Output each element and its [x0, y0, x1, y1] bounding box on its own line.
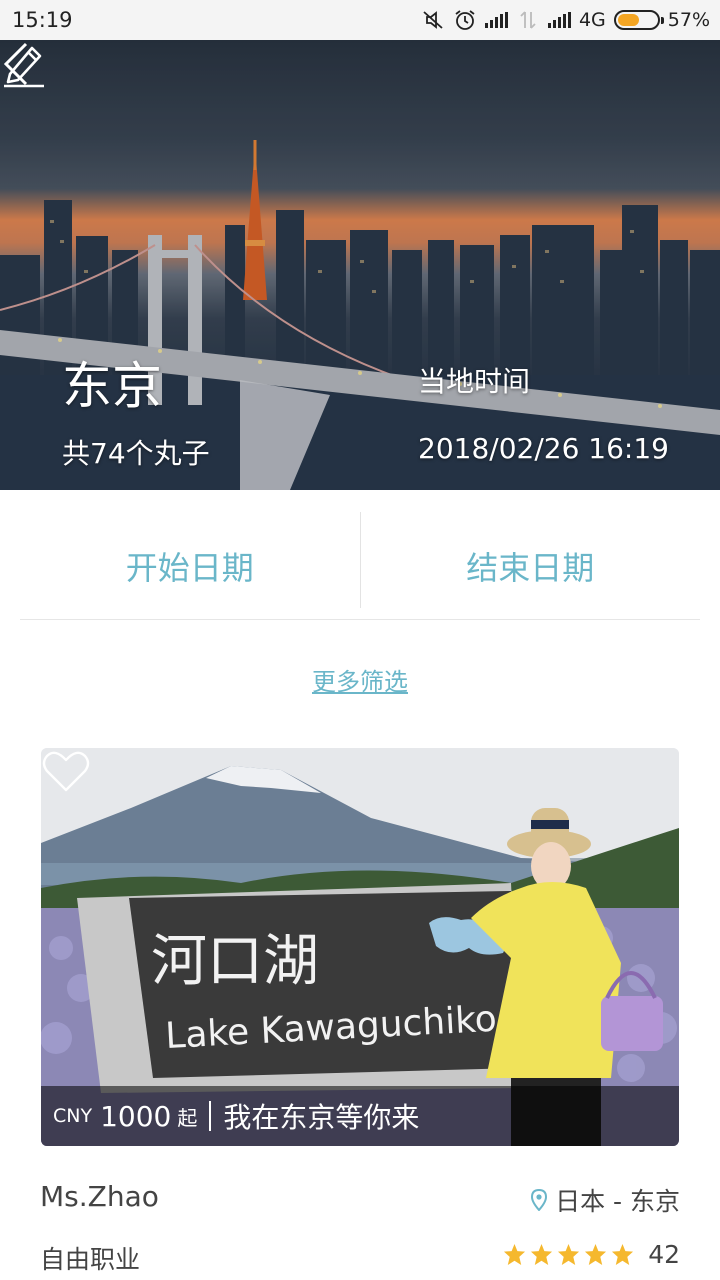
local-time-value: 2018/02/26 16:19: [418, 432, 669, 465]
date-filter-row: 开始日期 结束日期: [20, 512, 700, 620]
signal-icon-2: [547, 12, 571, 28]
star-icon: [504, 1243, 526, 1266]
status-bar: 15:19 4G 57%: [0, 0, 720, 40]
more-filter-container: 更多筛选: [0, 662, 720, 697]
mute-icon: [423, 11, 443, 29]
location-text: 日本 - 东京: [555, 1187, 680, 1216]
listing-card[interactable]: 河口湖 Lake Kawaguchiko CNY 1000 起 我在东京等你来: [41, 748, 679, 1146]
listing-title: 我在东京等你来: [223, 1101, 420, 1134]
heart-outline-icon[interactable]: [41, 748, 91, 794]
more-filter-link[interactable]: 更多筛选: [312, 668, 408, 696]
local-time-label: 当地时间: [418, 365, 531, 398]
pencil-edit-icon[interactable]: [0, 40, 48, 88]
battery-percent: 57%: [667, 9, 710, 31]
data-arrows-icon: [520, 11, 536, 29]
sign-text-cn: 河口湖: [151, 929, 319, 994]
star-icon: [558, 1243, 580, 1266]
price-currency: CNY: [53, 1105, 93, 1127]
member-count: 共74个丸子: [62, 437, 210, 470]
host-name[interactable]: Ms.Zhao: [40, 1180, 159, 1213]
start-date-button[interactable]: 开始日期: [20, 512, 360, 619]
battery-icon: [613, 10, 664, 30]
location-pin-icon: [531, 1189, 548, 1211]
price-suffix: 起: [177, 1105, 198, 1130]
end-date-button[interactable]: 结束日期: [361, 512, 701, 619]
alarm-icon: [455, 10, 475, 30]
star-icon: [585, 1243, 607, 1266]
host-occupation: 自由职业: [40, 1245, 141, 1274]
status-icons: 4G 57%: [421, 8, 710, 32]
status-time: 15:19: [12, 8, 73, 32]
price-separator: [209, 1101, 212, 1131]
rating-count: 42: [648, 1240, 680, 1269]
city-hero-banner: 东京 共74个丸子 当地时间 2018/02/26 16:19: [0, 40, 720, 490]
star-icon: [612, 1243, 634, 1266]
price-amount: 1000: [100, 1099, 172, 1133]
price-bar: CNY 1000 起 我在东京等你来: [41, 1086, 679, 1146]
signal-icon: [484, 12, 508, 28]
rating-stars: [503, 1243, 634, 1266]
star-icon: [531, 1243, 553, 1266]
rating: 42: [503, 1240, 680, 1269]
city-title: 东京: [62, 357, 162, 415]
tokyo-skyline-image: [0, 40, 720, 490]
location: 日本 - 东京: [531, 1182, 680, 1218]
network-type: 4G: [578, 9, 606, 31]
